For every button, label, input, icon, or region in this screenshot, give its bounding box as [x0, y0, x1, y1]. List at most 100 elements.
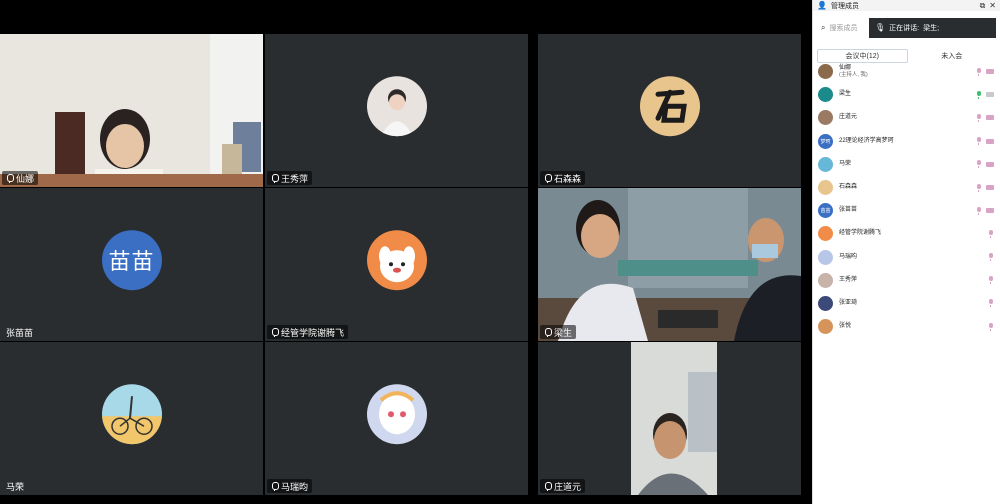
- microphone-icon[interactable]: [976, 67, 982, 76]
- microphone-icon[interactable]: [988, 253, 994, 262]
- microphone-icon[interactable]: [988, 229, 994, 238]
- tile-name-tag: 马荣: [2, 479, 28, 493]
- avatar: 梦珂: [818, 133, 833, 149]
- member-controls: [976, 183, 994, 192]
- video-feed: [538, 188, 801, 341]
- member-name-block: 张悦: [839, 323, 982, 330]
- microphone-icon[interactable]: [976, 206, 982, 215]
- popout-icon[interactable]: ⧉: [980, 1, 986, 10]
- speaking-label: 正在讲话:: [889, 25, 920, 32]
- member-row[interactable]: 梁生: [813, 83, 1000, 106]
- video-tile-4[interactable]: 苗苗 张苗苗: [0, 188, 263, 341]
- member-row[interactable]: 张亚琦: [813, 292, 1000, 315]
- member-name-block: 22理论经济学高梦珂: [839, 138, 970, 145]
- microphone-icon: 🎙: [875, 23, 886, 32]
- avatar: [639, 75, 700, 136]
- speaking-indicator: 🎙 正在讲话: 梁生;: [869, 18, 996, 38]
- member-row[interactable]: 经管学院谢腾飞: [813, 222, 1000, 245]
- video-tile-5[interactable]: 经管学院谢腾飞: [265, 188, 528, 341]
- member-name-block: 庄道元: [839, 114, 970, 121]
- member-row[interactable]: 梦珂 22理论经济学高梦珂: [813, 130, 1000, 153]
- avatar: [366, 383, 427, 444]
- member-controls: [988, 322, 994, 331]
- member-name: 庄道元: [839, 114, 858, 121]
- video-tile-1[interactable]: 仙娜: [0, 34, 263, 187]
- member-controls: [976, 160, 994, 169]
- avatar: [818, 156, 833, 172]
- member-row[interactable]: 苗苗 张苗苗: [813, 199, 1000, 222]
- tile-name: 石森森: [554, 173, 582, 184]
- member-name: 王秀萍: [839, 276, 858, 283]
- member-name-block: 梁生: [839, 91, 970, 98]
- avatar: 苗苗: [818, 203, 833, 219]
- video-grid: 仙娜 王秀萍 石森森 苗苗 张苗苗 经管学院谢腾飞 梁生 马荣 马瑞昀 庄道元: [0, 0, 812, 504]
- microphone-icon: [6, 173, 14, 183]
- camera-icon[interactable]: [986, 92, 994, 98]
- camera-icon[interactable]: [986, 161, 994, 167]
- person-icon: 👤: [817, 0, 827, 10]
- member-name-block: 石森森: [839, 184, 970, 191]
- member-name: 经管学院谢腾飞: [839, 230, 882, 237]
- tile-name-tag: 梁生: [540, 325, 577, 339]
- video-tile-3[interactable]: 石森森: [538, 34, 801, 187]
- search-input[interactable]: ⌕ 搜索成员: [817, 18, 869, 38]
- member-controls: [976, 137, 994, 146]
- microphone-icon[interactable]: [976, 137, 982, 146]
- microphone-icon[interactable]: [976, 160, 982, 169]
- microphone-icon[interactable]: [988, 276, 994, 285]
- panel-toolbar: ⌕ 搜索成员 🎙 正在讲话: 梁生;: [813, 15, 1000, 41]
- member-controls: [988, 299, 994, 308]
- member-list: 仙娜 (主持人, 我) 梁生庄道元梦珂 22理论经济学高梦珂 马荣石森森苗苗 张苗苗经管学…: [813, 60, 1000, 338]
- microphone-icon[interactable]: [988, 322, 994, 331]
- member-name: 张苗苗: [839, 207, 858, 214]
- member-controls: [988, 253, 994, 262]
- member-row[interactable]: 马荣: [813, 153, 1000, 176]
- avatar: [366, 75, 427, 136]
- tile-name: 马瑞昀: [281, 481, 309, 492]
- avatar: [366, 229, 427, 290]
- member-row[interactable]: 张悦: [813, 315, 1000, 338]
- tile-name-tag: 石森森: [540, 171, 586, 185]
- member-panel: 👤 管理成员 ⧉ ✕ ⌕ 搜索成员 🎙 正在讲话: 梁生; 会议中(12) 未入…: [812, 0, 1000, 504]
- video-feed: [538, 342, 801, 495]
- camera-icon[interactable]: [986, 185, 994, 191]
- avatar: [818, 226, 833, 242]
- tile-name: 张苗苗: [6, 327, 34, 338]
- member-name-block: 经管学院谢腾飞: [839, 230, 982, 237]
- close-icon[interactable]: ✕: [989, 1, 996, 10]
- avatar: [818, 110, 833, 126]
- member-row[interactable]: 仙娜 (主持人, 我): [813, 60, 1000, 83]
- video-tile-7[interactable]: 马荣: [0, 342, 263, 495]
- video-tile-6[interactable]: 梁生: [538, 188, 801, 341]
- tile-name-tag: 张苗苗: [2, 325, 37, 339]
- camera-icon[interactable]: [986, 115, 994, 121]
- microphone-icon[interactable]: [988, 299, 994, 308]
- avatar: [818, 249, 833, 265]
- member-name-block: 张亚琦: [839, 300, 982, 307]
- member-row[interactable]: 庄道元: [813, 106, 1000, 129]
- tile-name: 庄道元: [554, 481, 582, 492]
- microphone-icon: [544, 327, 552, 337]
- tile-name: 梁生: [554, 327, 573, 338]
- member-row[interactable]: 马瑞昀: [813, 246, 1000, 269]
- member-role: (主持人, 我): [839, 71, 868, 78]
- microphone-icon[interactable]: [976, 113, 982, 122]
- microphone-icon[interactable]: [976, 183, 982, 192]
- member-name-block: 马荣: [839, 161, 970, 168]
- microphone-icon[interactable]: [976, 90, 982, 99]
- tile-name-tag: 马瑞昀: [267, 479, 313, 493]
- video-tile-2[interactable]: 王秀萍: [265, 34, 528, 187]
- speaking-name: 梁生;: [923, 25, 940, 32]
- member-row[interactable]: 王秀萍: [813, 269, 1000, 292]
- video-tile-9[interactable]: 庄道元: [538, 342, 801, 495]
- avatar: [818, 64, 833, 80]
- camera-icon[interactable]: [986, 138, 994, 144]
- avatar: [818, 319, 833, 335]
- member-row[interactable]: 石森森: [813, 176, 1000, 199]
- member-name-block: 马瑞昀: [839, 254, 982, 261]
- camera-icon[interactable]: [986, 208, 994, 214]
- tile-name-tag: 经管学院谢腾飞: [267, 325, 349, 339]
- member-name: 马瑞昀: [839, 253, 858, 260]
- video-tile-8[interactable]: 马瑞昀: [265, 342, 528, 495]
- camera-icon[interactable]: [986, 69, 994, 75]
